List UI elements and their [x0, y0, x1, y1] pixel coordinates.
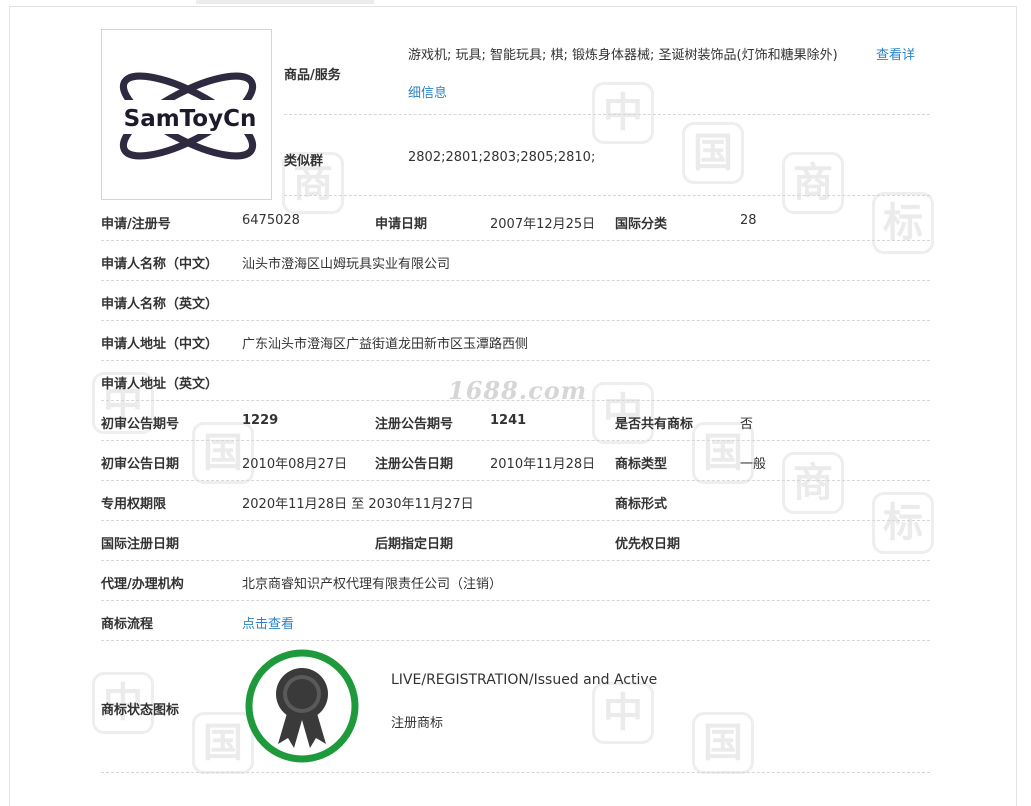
flow-view-link[interactable]: 点击查看	[242, 613, 294, 632]
status-cn: 注册商标	[391, 716, 444, 731]
applicant-cn-label: 申请人名称（中文）	[101, 257, 219, 272]
exclusive-period-label: 专用权期限	[101, 497, 167, 512]
divider	[101, 240, 930, 241]
goods-label: 商品/服务	[284, 68, 341, 83]
goods-value: 游戏机; 玩具; 智能玩具; 棋; 锻炼身体器械; 圣诞树装饰品(灯饰和糖果除外…	[408, 48, 838, 63]
divider	[284, 195, 930, 196]
reg-issue-label: 注册公告期号	[375, 417, 454, 432]
divider	[101, 600, 930, 601]
agency-value: 北京商睿知识产权代理有限责任公司（注销）	[242, 577, 503, 592]
prelim-issue-value: 1229	[242, 413, 279, 428]
registered-badge-icon	[244, 648, 360, 764]
reg-no-value: 6475028	[242, 213, 300, 228]
tm-form-label: 商标形式	[615, 497, 668, 512]
divider	[101, 772, 930, 773]
reg-date-value: 2010年11月28日	[490, 457, 596, 472]
tm-type-label: 商标类型	[615, 457, 668, 472]
divider	[101, 360, 930, 361]
flow-label: 商标流程	[101, 617, 154, 632]
applicant-en-label: 申请人名称（英文）	[101, 297, 219, 312]
similar-group-label: 类似群	[284, 154, 324, 169]
status-en: LIVE/REGISTRATION/Issued and Active	[391, 672, 658, 688]
reg-date-label: 注册公告日期	[375, 457, 454, 472]
intl-reg-date-label: 国际注册日期	[101, 537, 180, 552]
top-tab-indicator	[196, 0, 374, 4]
tm-type-value: 一般	[740, 457, 767, 472]
trademark-logo-graphic: SamToyCn	[118, 72, 262, 160]
shared-label: 是否共有商标	[615, 417, 694, 432]
divider	[101, 560, 930, 561]
divider	[101, 440, 930, 441]
agency-label: 代理/办理机构	[101, 577, 184, 592]
priority-date-label: 优先权日期	[615, 537, 681, 552]
divider	[101, 280, 930, 281]
goods-detail-link-cont[interactable]: 细信息	[408, 82, 447, 101]
later-designation-label: 后期指定日期	[375, 537, 454, 552]
prelim-date-value: 2010年08月27日	[242, 457, 348, 472]
apply-date-value: 2007年12月25日	[490, 217, 596, 232]
address-en-label: 申请人地址（英文）	[101, 377, 219, 392]
exclusive-period-value: 2020年11月28日 至 2030年11月27日	[242, 497, 474, 512]
divider	[101, 400, 930, 401]
apply-date-label: 申请日期	[375, 217, 428, 232]
divider	[101, 520, 930, 521]
intl-class-value: 28	[740, 213, 757, 228]
goods-detail-link[interactable]: 查看详	[876, 44, 915, 63]
applicant-cn-value: 汕头市澄海区山姆玩具实业有限公司	[242, 257, 451, 272]
divider	[101, 480, 930, 481]
divider	[284, 114, 930, 115]
prelim-date-label: 初审公告日期	[101, 457, 180, 472]
divider	[101, 640, 930, 641]
trademark-logo-image: SamToyCn	[101, 29, 272, 200]
address-cn-value: 广东汕头市澄海区广益街道龙田新市区玉潭路西侧	[242, 337, 529, 352]
intl-class-label: 国际分类	[615, 217, 668, 232]
prelim-issue-label: 初审公告期号	[101, 417, 180, 432]
similar-group-value: 2802;2801;2803;2805;2810;	[408, 150, 596, 165]
status-label: 商标状态图标	[101, 703, 180, 718]
reg-issue-value: 1241	[490, 413, 527, 428]
reg-no-label: 申请/注册号	[101, 217, 171, 232]
shared-value: 否	[740, 417, 754, 432]
divider	[101, 320, 930, 321]
trademark-logo-text: SamToyCn	[124, 106, 257, 132]
address-cn-label: 申请人地址（中文）	[101, 337, 219, 352]
